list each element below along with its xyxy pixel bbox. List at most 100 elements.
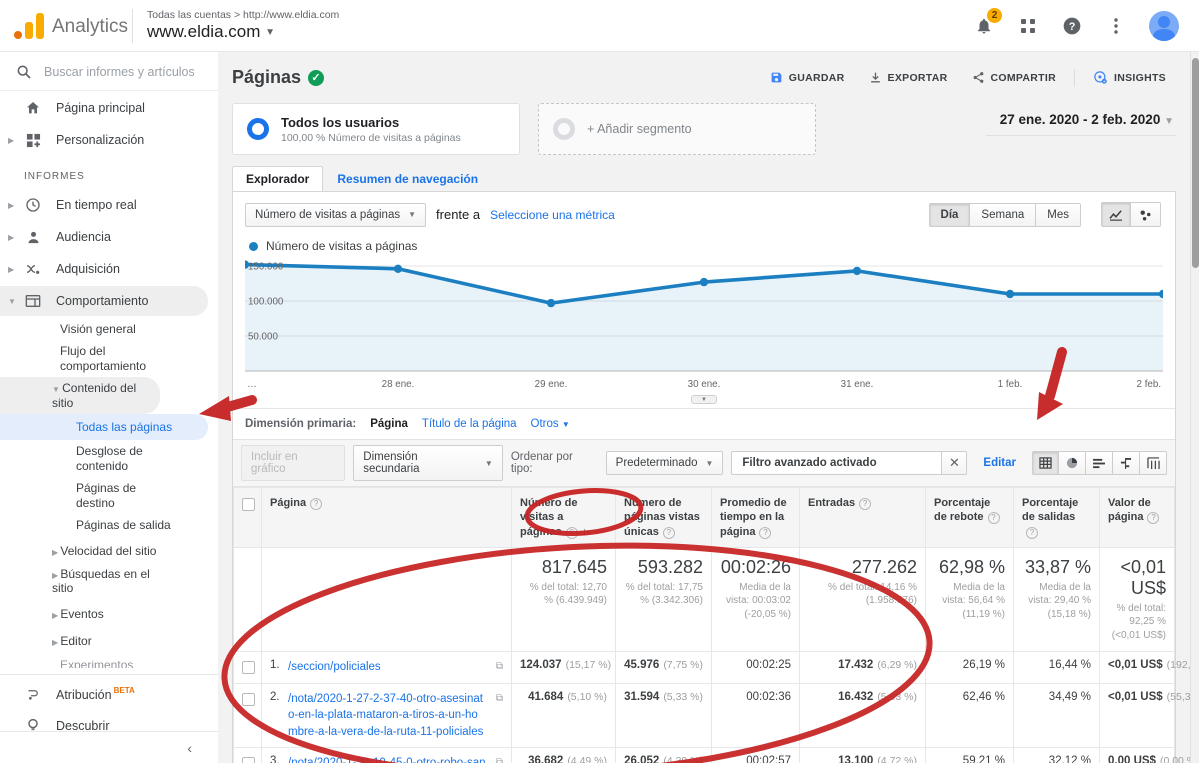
dimension-page[interactable]: Página [370, 418, 408, 430]
more-vert-icon[interactable] [1105, 15, 1127, 37]
vertical-scrollbar[interactable] [1190, 52, 1199, 763]
sidebar-item-site-content[interactable]: ▼ Contenido del sitio [0, 377, 160, 414]
sidebar-item-experiments[interactable]: Experimentos [0, 652, 218, 668]
comparison-view-button[interactable] [1113, 451, 1140, 475]
granularity-week-button[interactable]: Semana [970, 203, 1036, 227]
help-circle-icon[interactable]: ? [663, 527, 675, 539]
pivot-view-button[interactable] [1140, 451, 1167, 475]
tab-explorer[interactable]: Explorador [232, 166, 323, 191]
save-icon [770, 71, 783, 84]
help-circle-icon[interactable]: ? [1147, 512, 1159, 524]
sidebar-item-events[interactable]: ▶ Eventos [0, 599, 218, 625]
performance-view-button[interactable] [1086, 451, 1113, 475]
dimension-other[interactable]: Otros ▼ [531, 418, 570, 430]
notifications-bell-icon[interactable]: 2 [973, 15, 995, 37]
search-input[interactable] [44, 65, 194, 79]
save-button[interactable]: GUARDAR [760, 65, 855, 90]
trend-chart[interactable]: 50.000100.000150.000…28 ene.29 ene.30 en… [233, 255, 1175, 404]
sidebar-item-acquisition[interactable]: ▶ Adquisición [0, 254, 218, 284]
search-icon [16, 64, 32, 80]
table-view-icon [1039, 457, 1052, 469]
help-icon[interactable]: ? [1061, 15, 1083, 37]
percentage-view-button[interactable] [1059, 451, 1086, 475]
export-button[interactable]: EXPORTAR [859, 65, 958, 90]
select-all-checkbox[interactable] [242, 498, 255, 511]
add-segment-button[interactable]: + Añadir segmento [538, 103, 816, 155]
column-header-page[interactable]: Página? [262, 488, 512, 548]
column-header-avg-time[interactable]: Promedio de tiempo en la página? [712, 488, 800, 548]
share-button[interactable]: COMPARTIR [962, 65, 1067, 90]
table-view-button[interactable] [1032, 451, 1059, 475]
sidebar-item-overview[interactable]: Visión general [0, 318, 218, 340]
clear-filter-button[interactable]: ✕ [941, 451, 967, 475]
column-header-pageviews[interactable]: Número de visitas a páginas?↓ [512, 488, 616, 548]
sidebar-item-all-pages[interactable]: Todas las páginas [0, 414, 208, 440]
edit-filter-link[interactable]: Editar [983, 457, 1016, 469]
segment-card-all-users[interactable]: Todos los usuarios 100,00 % Número de vi… [232, 103, 520, 155]
help-circle-icon[interactable]: ? [859, 498, 871, 510]
external-link-icon[interactable]: ⧉ [496, 661, 503, 672]
external-link-icon[interactable]: ⧉ [496, 757, 503, 763]
help-circle-icon[interactable]: ? [310, 498, 322, 510]
sidebar-item-publisher[interactable]: ▶ Editor [0, 626, 218, 652]
page-url-link[interactable]: /nota/2020-1-30-10-45-0-otro-robo-sangri… [288, 755, 487, 763]
tab-navigation-summary[interactable]: Resumen de navegación [323, 167, 492, 191]
line-chart-view-button[interactable] [1101, 202, 1131, 227]
sidebar-item-attribution[interactable]: AtribuciónBETA [0, 679, 218, 709]
column-header-unique-pageviews[interactable]: Número de páginas vistas únicas? [616, 488, 712, 548]
page-url-link[interactable]: /nota/2020-1-27-2-37-40-otro-asesinato-e… [288, 691, 487, 739]
help-circle-icon[interactable]: ? [1026, 527, 1038, 539]
svg-text:2 feb.: 2 feb. [1137, 379, 1162, 390]
account-selector[interactable]: www.eldia.com ▼ [147, 22, 339, 42]
sidebar-item-content-drilldown[interactable]: Desglose de contenido [0, 440, 170, 477]
page-url-link[interactable]: /seccion/policiales [288, 659, 487, 675]
chevron-down-icon: ▼ [562, 420, 570, 429]
column-header-entrances[interactable]: Entradas? [800, 488, 926, 548]
metric-dropdown[interactable]: Número de visitas a páginas▼ [245, 203, 426, 227]
granularity-day-button[interactable]: Día [929, 203, 971, 227]
sidebar-item-site-speed[interactable]: ▶ Velocidad del sitio [0, 536, 218, 562]
sidebar-item-landing-pages[interactable]: Páginas de destino [0, 477, 170, 514]
sidebar-collapse-button[interactable]: ‹ [0, 731, 218, 763]
column-header-exit-rate[interactable]: Porcentaje de salidas? [1014, 488, 1100, 548]
scrollbar-thumb[interactable] [1192, 58, 1199, 268]
external-link-icon[interactable]: ⧉ [496, 693, 503, 704]
granularity-month-button[interactable]: Mes [1036, 203, 1081, 227]
column-header-page-value[interactable]: Valor de página? [1100, 488, 1175, 548]
sidebar-item-audience[interactable]: ▶ Audiencia [0, 222, 218, 252]
row-checkbox[interactable] [242, 661, 255, 674]
summary-pageviews: 817.645 [520, 557, 607, 578]
sidebar-item-customization[interactable]: ▶ Personalización [0, 125, 218, 155]
secondary-dimension-dropdown[interactable]: Dimensión secundaria▼ [353, 445, 503, 481]
pages-table: Página? Número de visitas a páginas?↓ Nú… [233, 487, 1175, 763]
help-circle-icon[interactable]: ? [566, 527, 578, 539]
segment-name: Todos los usuarios [281, 115, 461, 130]
apps-grid-icon[interactable] [1017, 15, 1039, 37]
help-circle-icon[interactable]: ? [759, 527, 771, 539]
summary-unique: 593.282 [624, 557, 703, 578]
dimension-page-title[interactable]: Título de la página [422, 418, 517, 430]
comparison-view-icon [1120, 458, 1132, 469]
analytics-logo[interactable]: Analytics [0, 13, 132, 39]
avatar[interactable] [1149, 11, 1179, 41]
sidebar-item-exit-pages[interactable]: Páginas de salida [0, 514, 218, 536]
advanced-filter-field[interactable]: Filtro avanzado activado [731, 451, 941, 475]
chart-slider-handle[interactable]: ▼ [691, 395, 717, 404]
select-metric-link[interactable]: Seleccione una métrica [490, 208, 615, 222]
sidebar-search[interactable] [0, 52, 218, 91]
row-checkbox[interactable] [242, 757, 255, 763]
sidebar-item-behavior-flow[interactable]: Flujo del comportamiento [0, 340, 150, 377]
insights-button[interactable]: + INSIGHTS [1083, 64, 1176, 91]
sidebar-item-realtime[interactable]: ▶ En tiempo real [0, 190, 218, 220]
sidebar-item-home[interactable]: Página principal [0, 93, 218, 123]
sidebar-item-behavior[interactable]: ▼ Comportamiento [0, 286, 208, 316]
explorer-panel: Número de visitas a páginas▼ frente a Se… [232, 191, 1176, 763]
row-checkbox[interactable] [242, 693, 255, 706]
column-header-bounce-rate[interactable]: Porcentaje de rebote? [926, 488, 1014, 548]
help-circle-icon[interactable]: ? [988, 512, 1000, 524]
vs-label: frente a [436, 207, 480, 222]
sort-type-dropdown[interactable]: Predeterminado▼ [606, 451, 724, 475]
date-range-selector[interactable]: 27 ene. 2020 - 2 feb. 2020 ▼ [986, 112, 1176, 136]
scatter-view-button[interactable] [1131, 202, 1161, 227]
sidebar-item-site-search[interactable]: ▶ Búsquedas en el sitio [0, 563, 165, 600]
